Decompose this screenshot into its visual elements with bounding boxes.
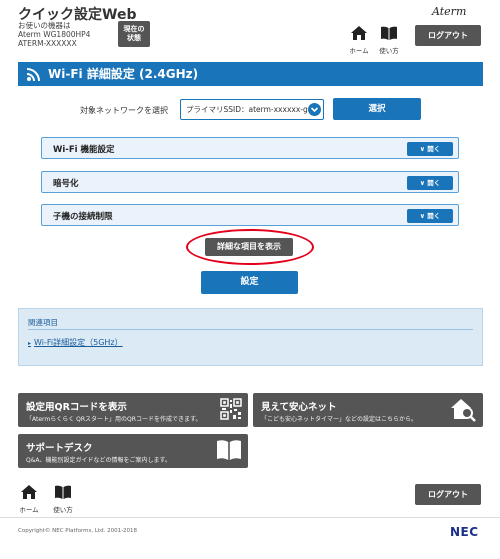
tile-title: 設定用QRコードを表示 bbox=[26, 402, 127, 413]
tile-title: サポートデスク bbox=[26, 443, 93, 454]
related-items-box: 関連項目 ▸ Wi-Fi詳細設定（5GHz） bbox=[18, 308, 483, 366]
chevron-down-icon bbox=[308, 103, 321, 116]
copyright: Copyright© NEC Platforms, Ltd. 2001-2018 bbox=[18, 528, 138, 534]
section-label: 暗号化 bbox=[53, 179, 79, 189]
section-label: Wi-Fi 機能設定 bbox=[53, 145, 115, 155]
section-encryption[interactable]: 暗号化 ∨ 開く bbox=[41, 171, 459, 193]
footer-divider bbox=[0, 517, 500, 518]
open-button[interactable]: ∨ 開く bbox=[407, 209, 453, 223]
nec-logo: NEC bbox=[450, 525, 479, 539]
status-button-line: 現在の bbox=[123, 25, 145, 33]
device-info-line: お使いの機器は bbox=[18, 21, 71, 30]
open-button-label: 開く bbox=[427, 145, 441, 153]
divider bbox=[28, 329, 473, 330]
manual-label: 使い方 bbox=[53, 506, 73, 514]
header: クイック設定Web お使いの機器は Aterm WG1800HP4 ATERM-… bbox=[0, 0, 500, 55]
section-label: 子機の接続制限 bbox=[53, 212, 113, 222]
related-link-5ghz[interactable]: ▸ Wi-Fi詳細設定（5GHz） bbox=[28, 337, 123, 348]
select-button[interactable]: 選択 bbox=[333, 98, 421, 120]
related-link-label: Wi-Fi詳細設定（5GHz） bbox=[34, 338, 123, 347]
current-status-button[interactable]: 現在の 状態 bbox=[118, 21, 150, 47]
manual-label: 使い方 bbox=[379, 47, 399, 55]
home-icon bbox=[21, 485, 37, 499]
chevron-down-icon: ∨ bbox=[419, 212, 425, 220]
network-select[interactable]: プライマリSSID：aterm-xxxxxx-g bbox=[180, 99, 324, 120]
qr-code-icon bbox=[220, 398, 242, 420]
page-title-bar: Wi-Fi 詳細設定 (2.4GHz) bbox=[18, 62, 483, 86]
device-info-line: Aterm WG1800HP4 bbox=[18, 30, 91, 39]
tile-description: Q&A、機能別設定ガイドなどの情報をご案内します。 bbox=[26, 457, 171, 464]
highlight-circle bbox=[186, 229, 314, 265]
status-button-line: 状態 bbox=[127, 34, 141, 42]
open-button[interactable]: ∨ 開く bbox=[407, 142, 453, 156]
footer-manual-button[interactable]: 使い方 bbox=[52, 484, 74, 514]
tile-description: 「Atermらくらく QRスタート」用のQRコードを作成できます。 bbox=[26, 416, 202, 423]
device-info: お使いの機器は Aterm WG1800HP4 ATERM-XXXXXX bbox=[18, 21, 90, 48]
network-select-label: 対象ネットワークを選択 bbox=[80, 106, 168, 115]
related-items-heading: 関連項目 bbox=[28, 318, 58, 327]
open-button-label: 開く bbox=[427, 212, 441, 220]
chevron-down-icon: ∨ bbox=[419, 145, 425, 153]
device-info-line: ATERM-XXXXXX bbox=[18, 39, 77, 48]
book-icon bbox=[381, 26, 397, 40]
qr-code-tile[interactable]: 設定用QRコードを表示 「Atermらくらく QRスタート」用のQRコードを作成… bbox=[18, 393, 248, 427]
tile-title: 見えて安心ネット bbox=[261, 402, 337, 413]
book-icon bbox=[55, 485, 71, 499]
home-label: ホーム bbox=[19, 506, 39, 514]
bullet-icon: ▸ bbox=[28, 340, 32, 347]
page-title: Wi-Fi 詳細設定 (2.4GHz) bbox=[48, 67, 199, 81]
aterm-logo: Aterm bbox=[432, 5, 467, 18]
open-button-label: 開く bbox=[427, 179, 441, 187]
section-connection-limit[interactable]: 子機の接続制限 ∨ 開く bbox=[41, 204, 459, 226]
chevron-down-icon: ∨ bbox=[419, 179, 425, 187]
tile-description: 「こども安心ネットタイマー」などの設定はこちらから。 bbox=[261, 416, 418, 423]
logout-button[interactable]: ログアウト bbox=[415, 25, 481, 46]
home-icon bbox=[351, 26, 367, 40]
house-search-icon bbox=[451, 399, 476, 422]
book-icon bbox=[217, 440, 241, 460]
footer-logout-button[interactable]: ログアウト bbox=[415, 484, 481, 505]
network-select-row: 対象ネットワークを選択 プライマリSSID：aterm-xxxxxx-g 選択 bbox=[0, 97, 500, 123]
section-wifi-function[interactable]: Wi-Fi 機能設定 ∨ 開く bbox=[41, 137, 459, 159]
support-desk-tile[interactable]: サポートデスク Q&A、機能別設定ガイドなどの情報をご案内します。 bbox=[18, 434, 248, 468]
manual-button[interactable]: 使い方 bbox=[375, 25, 403, 55]
home-label: ホーム bbox=[349, 47, 369, 55]
wifi-icon bbox=[26, 68, 40, 82]
footer-home-button[interactable]: ホーム bbox=[18, 484, 40, 514]
mieru-anshin-net-tile[interactable]: 見えて安心ネット 「こども安心ネットタイマー」などの設定はこちらから。 bbox=[253, 393, 483, 427]
home-button[interactable]: ホーム bbox=[345, 25, 373, 55]
network-select-value: プライマリSSID：aterm-xxxxxx-g bbox=[186, 105, 308, 114]
submit-button[interactable]: 設定 bbox=[201, 271, 298, 294]
open-button[interactable]: ∨ 開く bbox=[407, 176, 453, 190]
